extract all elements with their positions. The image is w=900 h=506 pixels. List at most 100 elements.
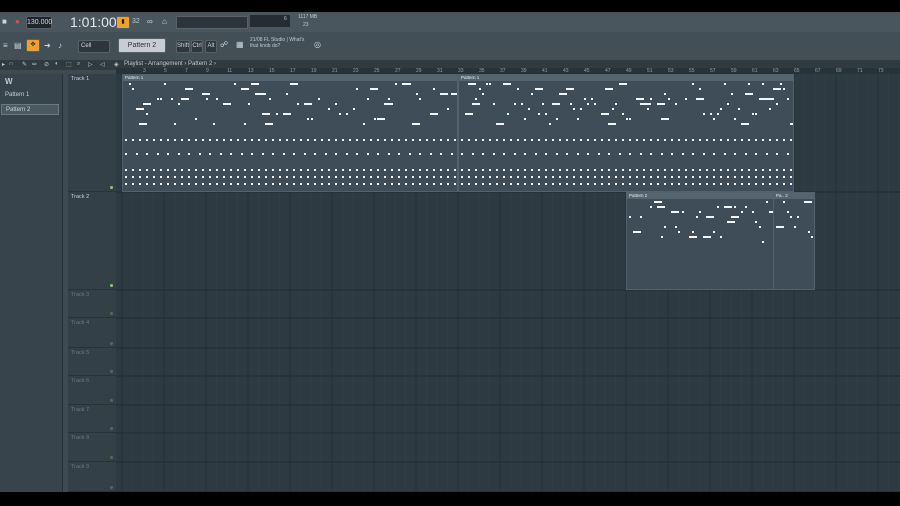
time-display[interactable]: 1:01:00 [70,14,117,30]
note [391,183,394,185]
note [454,139,457,141]
track-enable-led[interactable] [110,312,113,315]
step-edit-icon[interactable]: ➜ [44,41,51,51]
note [699,88,701,90]
brush-icon[interactable]: ✏ [32,61,37,68]
note [146,153,149,155]
note [650,176,653,178]
mic-icon[interactable]: ♪ [58,41,62,51]
note [202,176,205,178]
note [387,98,390,100]
pattern-song-toggle[interactable]: ▮ [116,16,130,29]
pattern-clip[interactable]: Pattern 1 [458,74,794,192]
note [419,139,422,141]
snap-select[interactable]: Cell [78,40,110,53]
note [709,113,712,115]
track-header[interactable]: Track 3 [68,290,116,318]
pencil-icon[interactable]: ✎ [22,61,27,68]
pattern-clip[interactable]: Pa.. 2 [773,192,815,290]
note [482,93,484,95]
note [132,169,135,171]
speaker-icon[interactable]: ◁ [100,61,105,68]
track-enable-led[interactable] [110,370,113,373]
note [363,176,366,178]
pattern-clip[interactable]: Pattern 1 [122,74,458,192]
track-header[interactable]: Track 9 [68,462,116,492]
note [706,176,709,178]
track-header[interactable]: Track 7 [68,405,116,433]
note [461,169,464,171]
mute-icon[interactable]: ◐ [55,61,59,67]
alt-button[interactable]: Alt [205,40,217,53]
track-enable-led[interactable] [110,486,113,489]
save-icon[interactable]: ▤ [14,41,22,51]
track-enable-led[interactable] [110,284,113,287]
note [734,206,736,208]
track-enable-led[interactable] [110,427,113,430]
note [377,176,380,178]
playlist-grid[interactable]: Pattern 1 Pattern 1 Pattern 2 Pa.. 2 [116,74,900,492]
magnet-icon[interactable]: ∩ [9,61,13,67]
note [520,103,523,105]
note [723,83,726,85]
note [261,113,270,115]
metronome-icon[interactable]: ⌂ [162,17,167,27]
track-headers: Track 1 Track 2 Track 3 Track 4 Track 5 Track… [68,74,116,492]
note [321,169,324,171]
shift-button[interactable]: Shift [176,40,190,53]
track-enable-led[interactable] [110,186,113,189]
note [426,183,429,185]
note [815,236,816,238]
note [296,103,299,105]
tool-icon[interactable]: ☍ [220,40,228,50]
note [790,183,793,185]
note [699,183,702,185]
pattern-list-item[interactable]: Pattern 2 [1,104,59,115]
track-enable-led[interactable] [110,399,113,402]
menu-arrow-icon[interactable]: ▸ [2,61,5,68]
pattern-selector[interactable]: Pattern 2 [118,38,166,53]
oscilloscope-panel [176,16,248,29]
browser-icon[interactable]: ≡ [3,41,8,51]
track-enable-led[interactable] [110,342,113,345]
pattern-clip[interactable]: Pattern 2 [626,192,794,290]
track-header[interactable]: Track 6 [68,376,116,405]
note [174,183,177,185]
note [615,183,618,185]
record-icon[interactable]: ● [15,17,20,27]
track-header[interactable]: Track 1 [68,74,116,192]
note [489,183,492,185]
delete-icon[interactable]: ⊘ [44,61,49,68]
track-header[interactable]: Track 4 [68,318,116,348]
news-icon[interactable]: ▦ [236,40,244,50]
track-header[interactable]: Track 8 [68,433,116,462]
track-header[interactable]: Track 5 [68,348,116,376]
note [559,139,562,141]
ctrl-button[interactable]: Ctrl [191,40,203,53]
note [279,176,282,178]
select-icon[interactable]: ⬚ [66,61,72,68]
track-enable-led[interactable] [110,456,113,459]
note [643,176,646,178]
track-header[interactable]: Track 2 [68,192,116,290]
note [125,183,128,185]
pattern-list-item[interactable]: Pattern 1 [1,90,59,101]
note [643,183,646,185]
stop-icon[interactable]: ■ [2,17,7,27]
note [307,139,310,141]
play-icon[interactable]: ▷ [88,61,93,68]
note [811,236,813,238]
tempo-display[interactable]: 130.000 [26,16,52,29]
typing-keyboard-icon[interactable]: ✥ [26,39,40,52]
picker-icon[interactable]: W [5,77,13,86]
note [587,183,590,185]
note [489,83,491,85]
loop-icon[interactable]: ∞ [147,17,153,27]
note [310,118,313,120]
online-icon[interactable]: ◎ [314,40,321,50]
beat-step-label: 32 [132,18,140,25]
note [335,169,338,171]
note [744,93,753,95]
zoom-icon[interactable]: ⌕ [77,61,80,68]
note [279,169,282,171]
